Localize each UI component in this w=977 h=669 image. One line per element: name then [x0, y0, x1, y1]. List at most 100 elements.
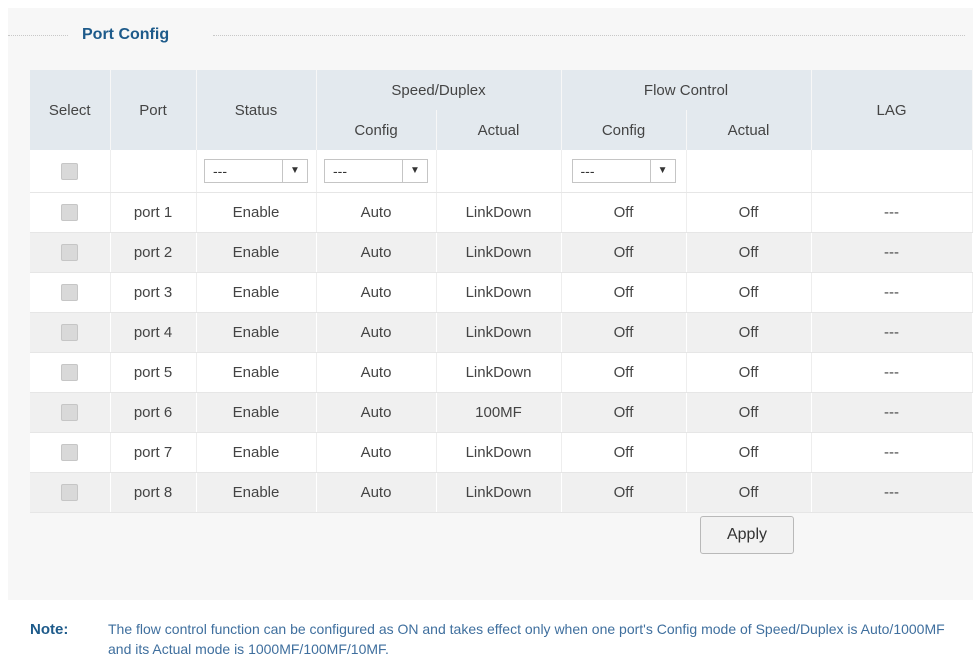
- row-checkbox[interactable]: [61, 284, 79, 302]
- flow-config-cell: Off: [561, 472, 687, 513]
- header-port: Port: [110, 70, 197, 150]
- flow-actual-cell: Off: [686, 352, 812, 393]
- flow-config-cell: Off: [561, 272, 687, 313]
- filter-speed-actual-cell: [436, 150, 562, 193]
- lag-cell: ---: [811, 312, 973, 353]
- lag-cell: ---: [811, 472, 973, 513]
- port-cell: port 4: [110, 312, 197, 353]
- flow-actual-cell: Off: [686, 432, 812, 473]
- header-status: Status: [196, 70, 317, 150]
- speed-config-cell: Auto: [316, 352, 437, 393]
- speed-config-cell: Auto: [316, 472, 437, 513]
- row-checkbox[interactable]: [61, 404, 79, 422]
- port-cell: port 7: [110, 432, 197, 473]
- status-select-value: ---: [213, 163, 227, 179]
- status-cell: Enable: [196, 472, 317, 513]
- header-flow-actual: Actual: [686, 110, 812, 150]
- table-row: port 3 Enable Auto LinkDown Off Off ---: [30, 272, 973, 313]
- table-row: port 6 Enable Auto 100MF Off Off ---: [30, 392, 973, 433]
- flow-config-cell: Off: [561, 232, 687, 273]
- filter-flow-actual-cell: [686, 150, 812, 193]
- section-title: Port Config: [82, 26, 170, 43]
- speed-actual-cell: LinkDown: [436, 272, 562, 313]
- row-checkbox[interactable]: [61, 204, 79, 222]
- row-checkbox[interactable]: [61, 484, 79, 502]
- status-cell: Enable: [196, 352, 317, 393]
- header-speed-config: Config: [316, 110, 437, 150]
- lag-cell: ---: [811, 272, 973, 313]
- header-flow-config: Config: [561, 110, 687, 150]
- status-cell: Enable: [196, 232, 317, 273]
- flow-actual-cell: Off: [686, 472, 812, 513]
- row-checkbox[interactable]: [61, 444, 79, 462]
- row-checkbox[interactable]: [61, 364, 79, 382]
- apply-button[interactable]: Apply: [700, 516, 794, 554]
- speed-config-cell: Auto: [316, 232, 437, 273]
- status-cell: Enable: [196, 192, 317, 233]
- port-config-table: Select Port Status Speed/Duplex Flow Con…: [30, 70, 973, 513]
- header-flow-control: Flow Control: [561, 70, 812, 110]
- speed-actual-cell: LinkDown: [436, 432, 562, 473]
- port-cell: port 2: [110, 232, 197, 273]
- speed-config-select[interactable]: --- ▼: [324, 159, 428, 183]
- row-checkbox[interactable]: [61, 244, 79, 262]
- port-cell: port 8: [110, 472, 197, 513]
- speed-actual-cell: LinkDown: [436, 312, 562, 353]
- row-checkbox[interactable]: [61, 324, 79, 342]
- port-cell: port 5: [110, 352, 197, 393]
- speed-config-cell: Auto: [316, 192, 437, 233]
- flow-config-cell: Off: [561, 432, 687, 473]
- status-cell: Enable: [196, 432, 317, 473]
- flow-config-cell: Off: [561, 312, 687, 353]
- status-cell: Enable: [196, 392, 317, 433]
- status-select[interactable]: --- ▼: [204, 159, 308, 183]
- speed-actual-cell: LinkDown: [436, 352, 562, 393]
- speed-config-cell: Auto: [316, 432, 437, 473]
- lag-cell: ---: [811, 432, 973, 473]
- port-cell: port 3: [110, 272, 197, 313]
- header-speed-duplex: Speed/Duplex: [316, 70, 562, 110]
- lag-cell: ---: [811, 352, 973, 393]
- table-row: port 1 Enable Auto LinkDown Off Off ---: [30, 192, 973, 233]
- speed-select-value: ---: [333, 163, 347, 179]
- table-row: port 4 Enable Auto LinkDown Off Off ---: [30, 312, 973, 353]
- speed-config-cell: Auto: [316, 312, 437, 353]
- flow-actual-cell: Off: [686, 272, 812, 313]
- port-cell: port 6: [110, 392, 197, 433]
- table-row: port 7 Enable Auto LinkDown Off Off ---: [30, 432, 973, 473]
- header-speed-actual: Actual: [436, 110, 562, 150]
- header-select: Select: [30, 70, 111, 150]
- flow-config-cell: Off: [561, 192, 687, 233]
- title-divider-right: [213, 35, 965, 37]
- filter-port-cell: [110, 150, 197, 193]
- flow-config-cell: Off: [561, 392, 687, 433]
- speed-actual-cell: LinkDown: [436, 232, 562, 273]
- title-divider-left: [8, 35, 68, 37]
- flow-config-select[interactable]: --- ▼: [571, 159, 676, 183]
- flow-actual-cell: Off: [686, 192, 812, 233]
- table-row: port 8 Enable Auto LinkDown Off Off ---: [30, 472, 973, 513]
- speed-actual-cell: 100MF: [436, 392, 562, 433]
- status-cell: Enable: [196, 312, 317, 353]
- speed-actual-cell: LinkDown: [436, 472, 562, 513]
- flow-actual-cell: Off: [686, 392, 812, 433]
- flow-actual-cell: Off: [686, 232, 812, 273]
- table-row: port 5 Enable Auto LinkDown Off Off ---: [30, 352, 973, 393]
- filter-lag-cell: [811, 150, 973, 193]
- note-text: The flow control function can be configu…: [108, 621, 945, 657]
- lag-cell: ---: [811, 192, 973, 233]
- speed-config-cell: Auto: [316, 392, 437, 433]
- speed-actual-cell: LinkDown: [436, 192, 562, 233]
- note-label: Note:: [30, 621, 69, 638]
- flow-config-cell: Off: [561, 352, 687, 393]
- chevron-down-icon: ▼: [282, 160, 307, 182]
- chevron-down-icon: ▼: [402, 160, 427, 182]
- select-all-checkbox[interactable]: [61, 162, 79, 180]
- filter-row: --- ▼ --- ▼ --- ▼: [30, 150, 973, 193]
- port-cell: port 1: [110, 192, 197, 233]
- speed-config-cell: Auto: [316, 272, 437, 313]
- header-lag: LAG: [811, 70, 973, 150]
- lag-cell: ---: [811, 392, 973, 433]
- flow-actual-cell: Off: [686, 312, 812, 353]
- table-row: port 2 Enable Auto LinkDown Off Off ---: [30, 232, 973, 273]
